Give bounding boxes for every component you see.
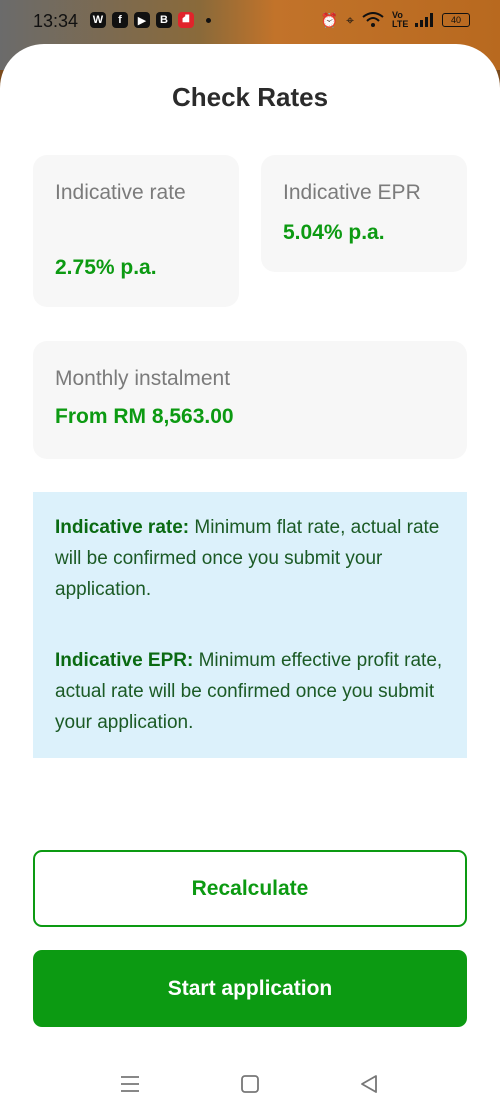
app-b-icon: B xyxy=(156,12,172,28)
indicative-rate-note-term: Indicative rate: xyxy=(55,517,190,538)
status-time: 13:34 xyxy=(33,11,79,31)
system-navigation-bar xyxy=(0,1064,500,1104)
battery-icon: 40 xyxy=(442,13,470,27)
indicative-epr-label: Indicative EPR xyxy=(283,181,421,204)
indicative-rate-label: Indicative rate xyxy=(55,181,186,204)
status-bar: 13:34 W f ▶ B ⛘ ⏰ ⌖ Vo LTE 40 xyxy=(0,0,500,44)
facebook-icon: f xyxy=(112,12,128,28)
alarm-icon: ⏰ xyxy=(320,11,339,28)
info-box: Indicative rate: Minimum flat rate, actu… xyxy=(33,492,467,758)
back-triangle-icon[interactable] xyxy=(355,1070,383,1098)
monthly-instalment-label: Monthly instalment xyxy=(55,367,231,390)
wifi-icon xyxy=(362,12,384,27)
start-application-button[interactable]: Start application xyxy=(33,950,467,1027)
indicative-epr-card: Indicative EPR 5.04% p.a. xyxy=(261,155,467,272)
indicative-epr-note-term: Indicative EPR: xyxy=(55,650,194,671)
monthly-instalment-card: Monthly instalment From RM 8,563.00 xyxy=(33,341,467,459)
menu-icon[interactable] xyxy=(116,1070,144,1098)
recalculate-button[interactable]: Recalculate xyxy=(33,850,467,927)
location-icon: ⌖ xyxy=(346,11,354,28)
monthly-instalment-value: From RM 8,563.00 xyxy=(55,405,234,428)
app-red-icon: ⛘ xyxy=(178,12,194,28)
page-title: Check Rates xyxy=(171,82,329,112)
indicative-epr-note: Indicative EPR: Minimum effective profit… xyxy=(55,645,455,738)
volte-label: Vo LTE xyxy=(392,10,409,29)
app-w-icon: W xyxy=(90,12,106,28)
notification-icons: W f ▶ B ⛘ xyxy=(90,12,211,28)
indicative-epr-value: 5.04% p.a. xyxy=(283,221,385,244)
home-square-icon[interactable] xyxy=(236,1070,264,1098)
youtube-icon: ▶ xyxy=(134,12,150,28)
check-rates-sheet: Check Rates Indicative rate 2.75% p.a. I… xyxy=(0,44,500,1111)
signal-icon xyxy=(415,13,433,27)
indicative-rate-value: 2.75% p.a. xyxy=(55,256,157,279)
indicative-rate-note: Indicative rate: Minimum flat rate, actu… xyxy=(55,512,455,605)
more-notifications-dot xyxy=(206,17,211,23)
indicative-rate-card: Indicative rate 2.75% p.a. xyxy=(33,155,239,307)
system-icons: ⏰ ⌖ Vo LTE 40 xyxy=(321,11,470,29)
